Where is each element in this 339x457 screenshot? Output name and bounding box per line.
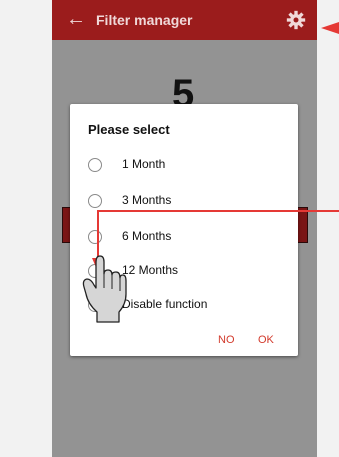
- radio-button[interactable]: [88, 230, 102, 244]
- option-label: 6 Months: [122, 229, 172, 243]
- page-title: Filter manager: [96, 12, 193, 28]
- option-6-months[interactable]: 6 Months: [88, 228, 278, 248]
- option-label: Disable function: [122, 297, 208, 311]
- phone-screen: ← Filter manager 5 Please select 1 Month: [52, 0, 317, 457]
- option-label: 1 Month: [122, 157, 166, 171]
- radio-button[interactable]: [88, 298, 102, 312]
- arrow-left-icon[interactable]: ←: [66, 8, 86, 30]
- radio-button[interactable]: [88, 194, 102, 208]
- dialog-title: Please select: [88, 122, 170, 137]
- select-dialog: Please select 1 Month 3 Months 6 Months …: [70, 104, 298, 356]
- option-3-months[interactable]: 3 Months: [88, 192, 278, 212]
- option-label: 12 Months: [122, 263, 179, 277]
- radio-button[interactable]: [88, 264, 102, 278]
- option-disable-function[interactable]: Disable function: [88, 296, 278, 316]
- radio-button[interactable]: [88, 158, 102, 172]
- app-bar: ← Filter manager: [52, 0, 317, 40]
- pointer-arrow-icon: [321, 22, 339, 34]
- option-label: 3 Months: [122, 193, 172, 207]
- option-12-months[interactable]: 12 Months: [88, 262, 278, 282]
- ok-button[interactable]: OK: [258, 334, 274, 346]
- option-1-month[interactable]: 1 Month: [88, 156, 278, 176]
- gear-icon[interactable]: [286, 10, 306, 30]
- no-button[interactable]: NO: [218, 334, 235, 346]
